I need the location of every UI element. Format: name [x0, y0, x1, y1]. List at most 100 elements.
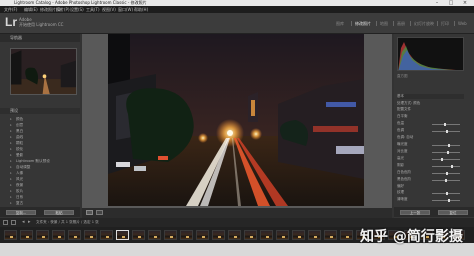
filmstrip-thumbnail[interactable]: [68, 230, 81, 240]
module-library[interactable]: 图库: [336, 21, 344, 26]
module-separator: [351, 21, 352, 26]
preset-label: 黑白: [16, 129, 24, 133]
filmstrip-thumbnail[interactable]: [180, 230, 193, 240]
filmstrip-thumbnail-selected[interactable]: [116, 230, 129, 240]
filmstrip-thumbnail[interactable]: [100, 230, 113, 240]
paste-button[interactable]: 粘贴: [44, 210, 74, 215]
basic-row: 白平衡: [397, 114, 464, 119]
filmstrip-thumbnail[interactable]: [52, 230, 65, 240]
blacks-slider[interactable]: [432, 179, 460, 182]
menu-view[interactable]: 视图(V): [102, 6, 116, 13]
slider-knob[interactable]: [445, 179, 447, 182]
toolbar: [82, 208, 392, 218]
filmstrip-thumbnail[interactable]: [244, 230, 257, 240]
slider-knob[interactable]: [448, 144, 450, 147]
filmstrip-thumbnail[interactable]: [84, 230, 97, 240]
camera-info: 直方图: [397, 74, 464, 79]
module-map[interactable]: 地图: [380, 21, 388, 26]
presets-header[interactable]: 预设: [0, 108, 80, 114]
clarity-slider[interactable]: [432, 199, 460, 202]
filmstrip-thumbnail[interactable]: [132, 230, 145, 240]
slider-knob[interactable]: [446, 192, 448, 195]
row-label: 阴影: [397, 163, 404, 167]
nav-forward-icon[interactable]: ▸: [28, 219, 31, 226]
module-web[interactable]: Web: [458, 21, 467, 26]
module-print[interactable]: 打印: [441, 21, 449, 26]
menu-bar: 文件(F) 编辑(E) 修改照片(D) 照片(P) 设置(S) 工具(T) 视图…: [0, 6, 474, 13]
histogram[interactable]: [397, 37, 464, 71]
module-book[interactable]: 画册: [397, 21, 405, 26]
copy-button[interactable]: 复制...: [6, 210, 36, 215]
preset-item[interactable]: ▸ 复古: [10, 200, 80, 206]
second-window-icon[interactable]: [3, 220, 8, 225]
menu-window[interactable]: 窗口(W): [118, 6, 133, 13]
menu-tools[interactable]: 工具(T): [86, 6, 100, 13]
identity-plate: Lr Adobe 开始使用 Lightroom CC 图库 修改照片 地图 画册…: [0, 13, 474, 34]
module-develop[interactable]: 修改照片: [355, 21, 371, 26]
slider-knob[interactable]: [447, 151, 449, 154]
preset-label: 夜景: [16, 183, 24, 187]
exposure-slider[interactable]: [432, 144, 460, 147]
preset-label: Lightroom 默认预设: [16, 159, 50, 163]
tint-slider[interactable]: [432, 130, 460, 133]
temperature-slider[interactable]: [432, 123, 460, 126]
menu-photo[interactable]: 照片(P): [56, 6, 70, 13]
filmstrip-thumbnail[interactable]: [148, 230, 161, 240]
navigator-label: 导航器: [10, 35, 22, 40]
module-slideshow[interactable]: 幻灯片放映: [414, 21, 434, 26]
filmstrip-thumbnail[interactable]: [4, 230, 17, 240]
row-label: 曝光度: [397, 142, 408, 146]
filmstrip-thumbnail[interactable]: [260, 230, 273, 240]
highlights-slider[interactable]: [432, 158, 460, 161]
filmstrip-thumbnail[interactable]: [36, 230, 49, 240]
filmstrip-thumbnail[interactable]: [292, 230, 305, 240]
slider-knob[interactable]: [451, 165, 453, 168]
loupe-view-icon[interactable]: [86, 210, 93, 215]
menu-edit[interactable]: 编辑(E): [24, 6, 38, 13]
nav-back-icon[interactable]: ◂: [22, 219, 25, 226]
slider-knob[interactable]: [446, 130, 448, 133]
menu-settings[interactable]: 设置(S): [70, 6, 84, 13]
navigator-header[interactable]: 导航器: [0, 34, 80, 42]
previous-button[interactable]: 上一张: [400, 210, 430, 215]
whites-slider[interactable]: [432, 172, 460, 175]
filmstrip-thumbnail[interactable]: [196, 230, 209, 240]
filmstrip-thumbnail[interactable]: [308, 230, 321, 240]
identity-line2: 开始使用 Lightroom CC: [19, 22, 64, 27]
slider-knob[interactable]: [446, 172, 448, 175]
basic-row: 配置文件: [397, 107, 464, 112]
filmstrip-thumbnail[interactable]: [324, 230, 337, 240]
filmstrip-thumbnail[interactable]: [276, 230, 289, 240]
grid-view-icon[interactable]: [11, 220, 16, 225]
filmstrip-thumbnail[interactable]: [212, 230, 225, 240]
shadows-slider[interactable]: [432, 165, 460, 168]
filmstrip-thumbnail[interactable]: [164, 230, 177, 240]
preset-label: 颗粒: [16, 141, 24, 145]
slider-knob[interactable]: [448, 199, 450, 202]
preset-label: 复古: [16, 201, 24, 205]
module-separator: [437, 21, 438, 26]
slider-knob[interactable]: [444, 123, 446, 126]
menu-help[interactable]: 帮助(H): [134, 6, 148, 13]
presets-label: 预设: [10, 108, 18, 113]
preset-label: 人像: [16, 171, 24, 175]
navigator-preview[interactable]: [10, 48, 77, 95]
contrast-slider[interactable]: [432, 151, 460, 154]
row-label: 色温: [397, 121, 404, 125]
filmstrip-thumbnail[interactable]: [340, 230, 353, 240]
lightroom-logo: Lr: [5, 15, 17, 29]
photo-preview[interactable]: [108, 34, 364, 206]
filmstrip-thumbnail[interactable]: [228, 230, 241, 240]
before-after-icon[interactable]: [96, 210, 103, 215]
texture-slider[interactable]: [432, 192, 460, 195]
row-label: 清晰度: [397, 197, 408, 201]
basic-panel-header[interactable]: 基本: [397, 94, 464, 99]
reset-button[interactable]: 复位: [438, 210, 468, 215]
slider-knob[interactable]: [441, 158, 443, 161]
row-label: 对比度: [397, 149, 408, 153]
menu-file[interactable]: 文件(F): [4, 6, 17, 13]
preset-label: 风光: [16, 177, 24, 181]
filmstrip-thumbnail[interactable]: [20, 230, 33, 240]
filmstrip-source[interactable]: 文件夹 : 夜景 / 共 1 张照片 / 选定 1 张: [36, 218, 99, 227]
preset-label: 胶片: [16, 189, 24, 193]
